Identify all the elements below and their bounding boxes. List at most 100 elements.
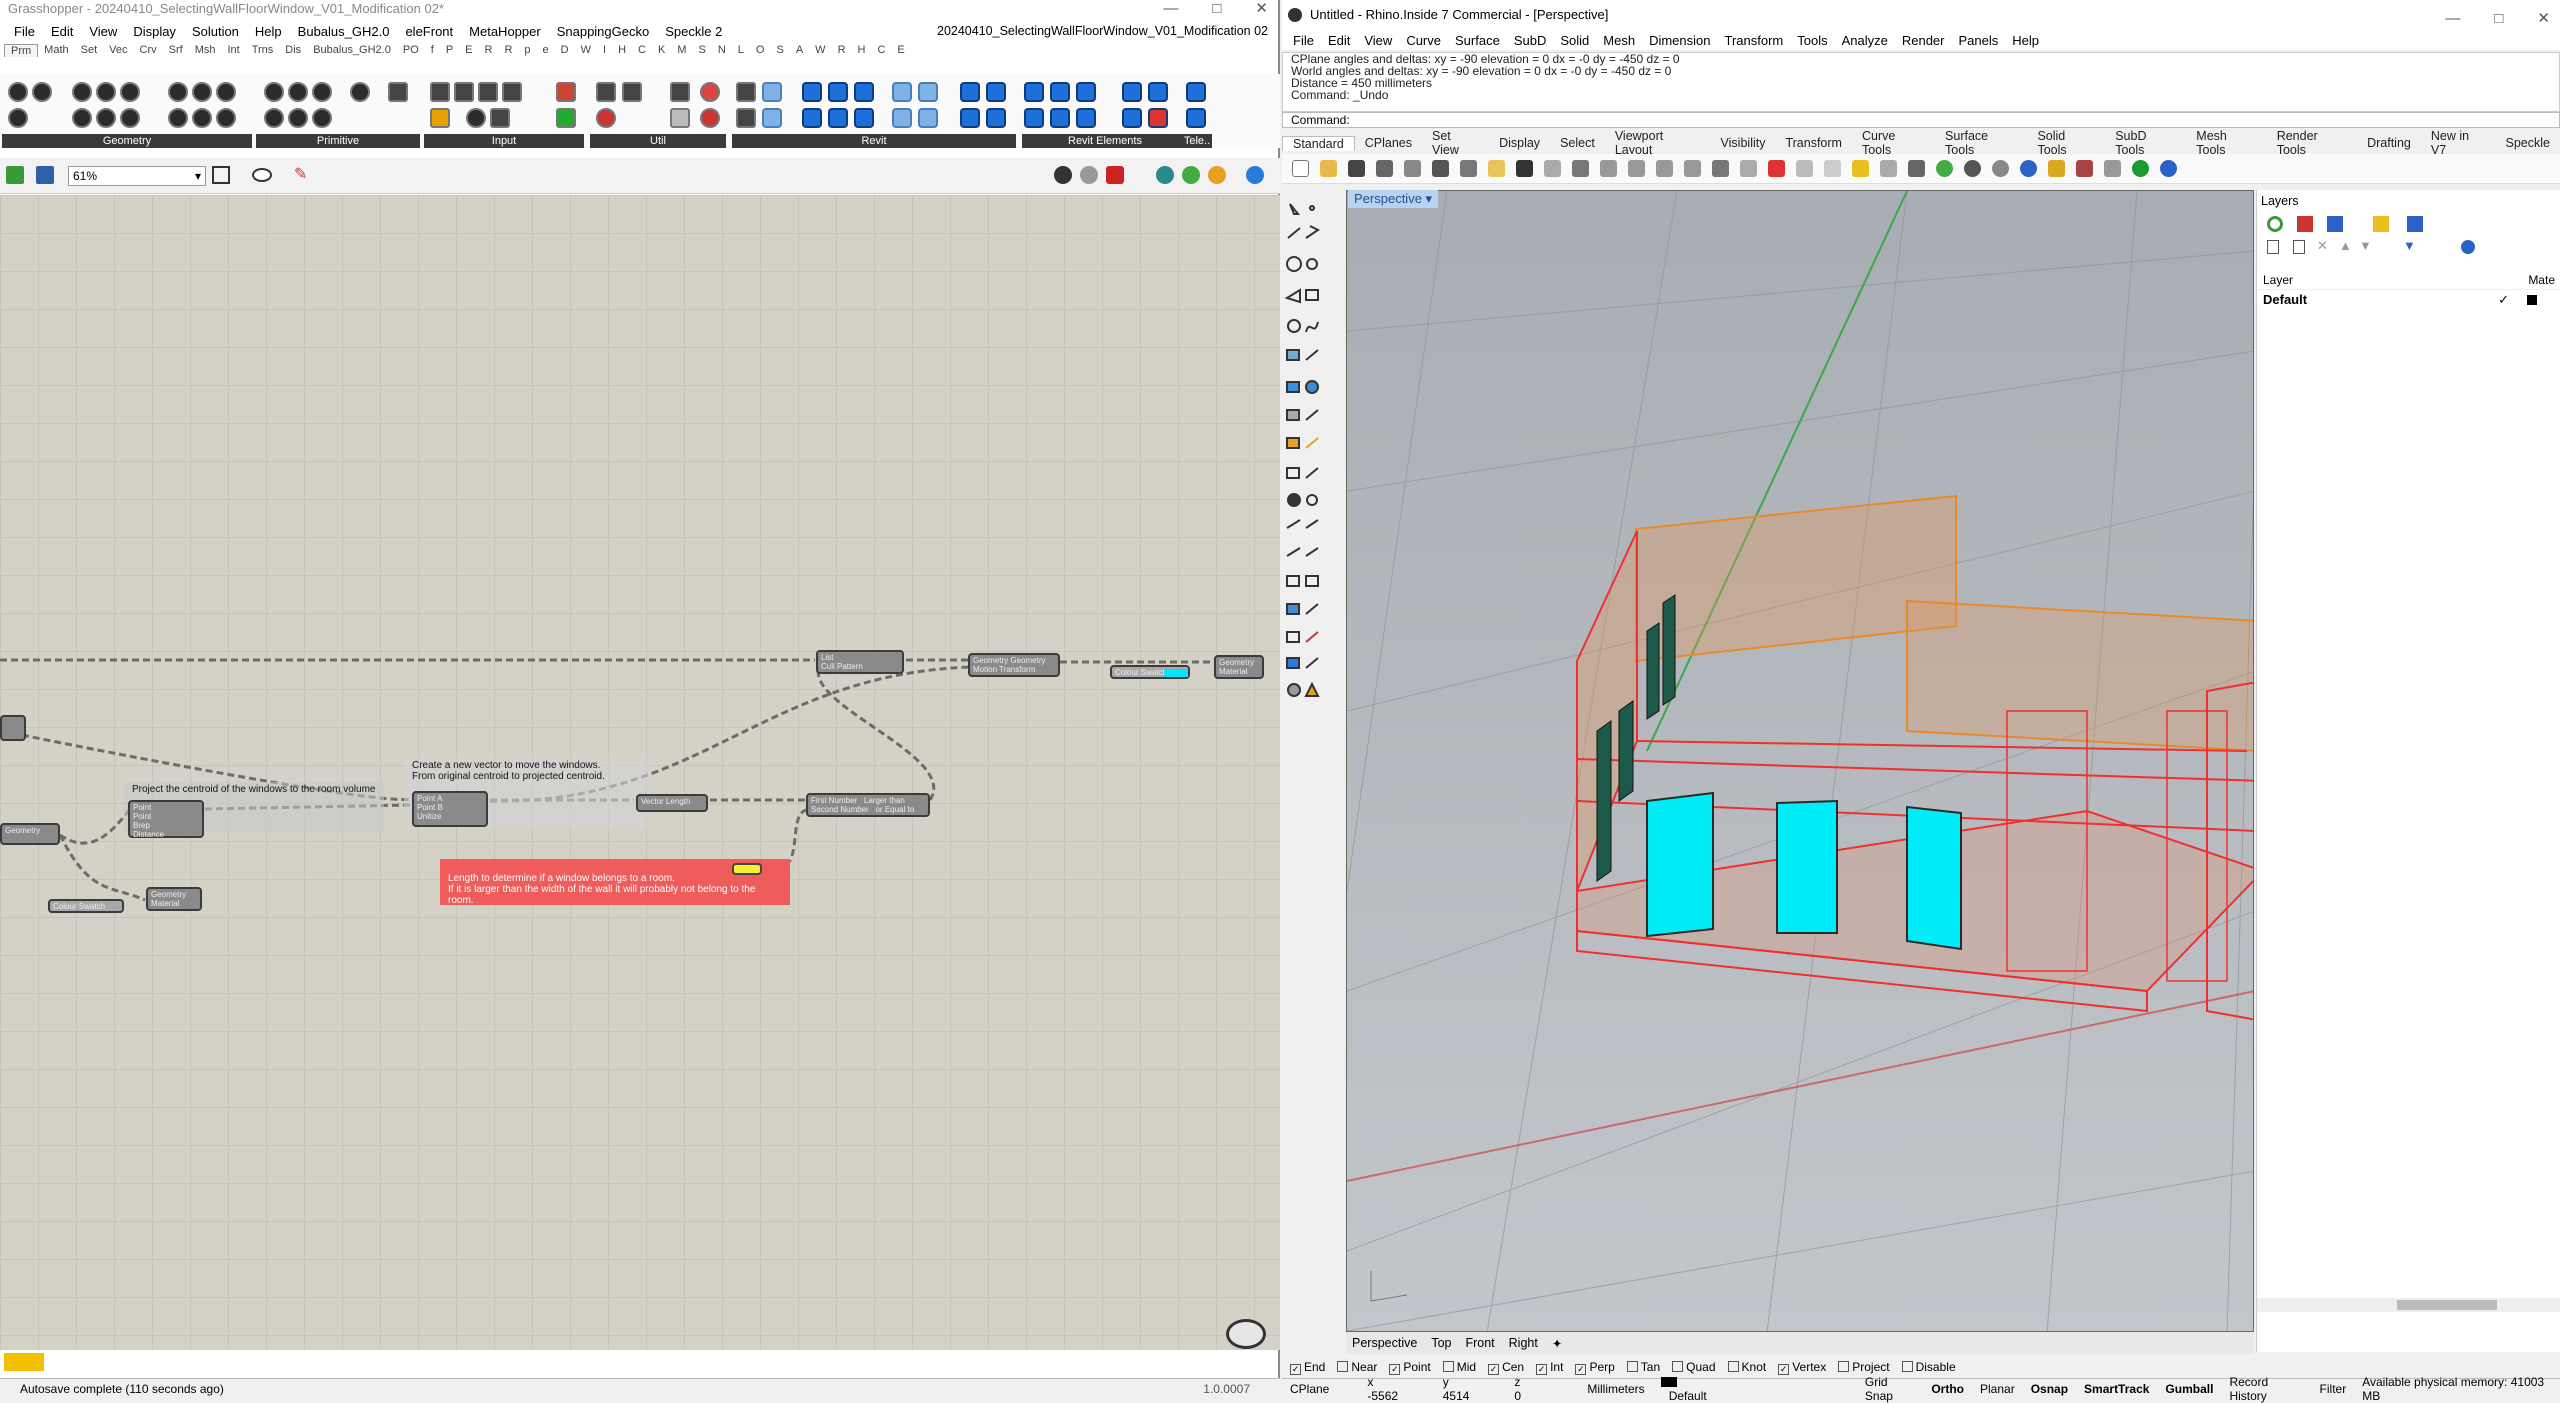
gh-tab[interactable]: M [671, 44, 692, 56]
gh-canvas[interactable]: Project the centroid of the windows to t… [0, 195, 1280, 1371]
osnap-near[interactable]: Near [1337, 1360, 1377, 1374]
help-icon[interactable] [2160, 160, 2177, 177]
util-param-icon[interactable] [670, 108, 690, 128]
revit-param-icon[interactable] [892, 82, 912, 102]
cull-pattern-component[interactable]: List Cull Pattern [816, 650, 904, 674]
input-param-icon[interactable] [556, 108, 576, 128]
lock-icon[interactable] [1880, 160, 1897, 177]
gh-menu-snappinggecko[interactable]: SnappingGecko [549, 24, 658, 39]
revit-param-icon[interactable] [986, 108, 1006, 128]
trim-icon[interactable] [1286, 519, 1301, 529]
move-down-icon[interactable]: ▼ [2359, 238, 2372, 253]
status-smarttrack[interactable]: SmartTrack [2076, 1382, 2157, 1396]
scrollbar-thumb[interactable] [2397, 1300, 2497, 1310]
gh-tab[interactable]: Int [221, 44, 245, 56]
perspective-viewport[interactable] [1346, 190, 2254, 1332]
current-layer-check-icon[interactable]: ✓ [2498, 290, 2509, 310]
tab-new-in-v7[interactable]: New in V7 [2421, 129, 2496, 157]
osnap-perp[interactable]: ✓ Perp [1575, 1360, 1615, 1375]
rh-menu-file[interactable]: File [1286, 33, 1321, 48]
primitive-param-icon[interactable] [312, 108, 332, 128]
rh-menu-mesh[interactable]: Mesh [1596, 33, 1642, 48]
status-planar[interactable]: Planar [1972, 1382, 2023, 1396]
status-gumball[interactable]: Gumball [2157, 1382, 2221, 1396]
preview-selected-icon[interactable] [1106, 166, 1124, 184]
preview-wire-icon[interactable] [1054, 166, 1072, 184]
gh-tab[interactable]: H [612, 44, 632, 56]
tab-render-tools[interactable]: Render Tools [2267, 129, 2357, 157]
gh-tab[interactable]: C [871, 44, 891, 56]
minimize-icon[interactable]: — [1163, 0, 1178, 18]
geometry-param-icon[interactable] [216, 108, 236, 128]
zoom-selected-icon[interactable] [1684, 160, 1701, 177]
add-viewport-icon[interactable]: ✦ [1552, 1336, 1562, 1351]
status-cplane[interactable]: CPlane [1282, 1382, 1337, 1396]
close-icon[interactable]: ✕ [2537, 4, 2550, 34]
gh-tab[interactable]: Dis [279, 44, 307, 56]
sketch-pen-icon[interactable]: ✎ [294, 166, 312, 184]
render-settings-icon[interactable] [2407, 216, 2423, 232]
document-preview-icon[interactable] [1246, 166, 1264, 184]
point-icon[interactable] [1309, 205, 1315, 211]
revit-element-icon[interactable] [1076, 82, 1096, 102]
box-icon[interactable] [1286, 381, 1300, 393]
revit-param-icon[interactable] [918, 108, 938, 128]
project-point-component[interactable]: Point Point Brep Distance [128, 800, 204, 839]
array-icon[interactable] [1286, 631, 1300, 643]
split-icon[interactable] [1305, 519, 1319, 529]
primitive-param-icon[interactable] [312, 82, 332, 102]
revit-element-icon[interactable] [1050, 82, 1070, 102]
rh-menu-subd[interactable]: SubD [1507, 33, 1554, 48]
dimension-icon[interactable] [1305, 547, 1319, 557]
revit-param-icon[interactable] [960, 82, 980, 102]
revit-element-icon[interactable] [1050, 108, 1070, 128]
revit-element-icon[interactable] [1024, 108, 1044, 128]
folder-icon[interactable] [2373, 216, 2389, 232]
tab-cplanes[interactable]: CPlanes [1355, 136, 1422, 150]
osnap-cen[interactable]: ✓ Cen [1488, 1360, 1524, 1375]
tab-surface-tools[interactable]: Surface Tools [1935, 129, 2027, 157]
gh-tab[interactable]: I [597, 44, 612, 56]
layer-color-icon[interactable] [2267, 216, 2283, 232]
gh-menu-edit[interactable]: Edit [43, 24, 81, 39]
osnap-mid[interactable]: Mid [1442, 1360, 1476, 1374]
geometry-param[interactable]: Geometry [0, 823, 60, 845]
osnap-int[interactable]: ✓ Int [1536, 1360, 1563, 1375]
revit-param-icon[interactable] [736, 82, 756, 102]
analysis-tool-icon[interactable] [1305, 603, 1319, 615]
polygon-icon[interactable] [1284, 288, 1301, 304]
properties-icon[interactable] [1936, 160, 1953, 177]
new-sublayer-icon[interactable] [2293, 240, 2305, 254]
primitive-param-icon[interactable] [288, 108, 308, 128]
primitive-param-icon[interactable] [264, 108, 284, 128]
geometry-param-icon[interactable] [96, 82, 116, 102]
status-filter[interactable]: Filter [2312, 1382, 2355, 1396]
util-param-icon[interactable] [700, 108, 720, 128]
tab-set-view[interactable]: Set View [1422, 129, 1489, 157]
revit-element-icon[interactable] [1122, 82, 1142, 102]
new-layer-icon[interactable] [2267, 240, 2279, 254]
geometry-param-icon[interactable] [192, 108, 212, 128]
gh-tab[interactable]: O [750, 44, 771, 56]
command-prompt[interactable]: Command: [1282, 112, 2560, 128]
solid-tool-icon[interactable] [1286, 437, 1300, 449]
rotate-view-icon[interactable] [1572, 160, 1589, 177]
gh-document-name[interactable]: 20240410_SelectingWallFloorWindow_V01_Mo… [929, 24, 1278, 38]
minimize-icon[interactable]: — [2445, 4, 2460, 34]
revit-param-icon[interactable] [986, 82, 1006, 102]
gh-tab[interactable]: R [832, 44, 852, 56]
move-component[interactable]: Geometry Geometry Motion Transform [968, 653, 1060, 677]
revit-element-icon[interactable] [1148, 82, 1168, 102]
revit-param-icon[interactable] [892, 108, 912, 128]
gh-tab[interactable]: C [632, 44, 652, 56]
delete-icon[interactable]: ✕ [2317, 238, 2328, 254]
fillet-icon[interactable] [1287, 493, 1301, 507]
tele-icon[interactable] [1186, 108, 1206, 128]
maximize-icon[interactable]: □ [2494, 4, 2503, 34]
layers-scrollbar[interactable] [2257, 1298, 2560, 1312]
gh-tab[interactable]: P [440, 44, 459, 56]
material-icon[interactable] [2297, 216, 2313, 232]
viewport-layout-icon[interactable] [1740, 160, 1757, 177]
number-slider-panel[interactable] [732, 863, 762, 875]
geometry-param-icon[interactable] [168, 108, 188, 128]
